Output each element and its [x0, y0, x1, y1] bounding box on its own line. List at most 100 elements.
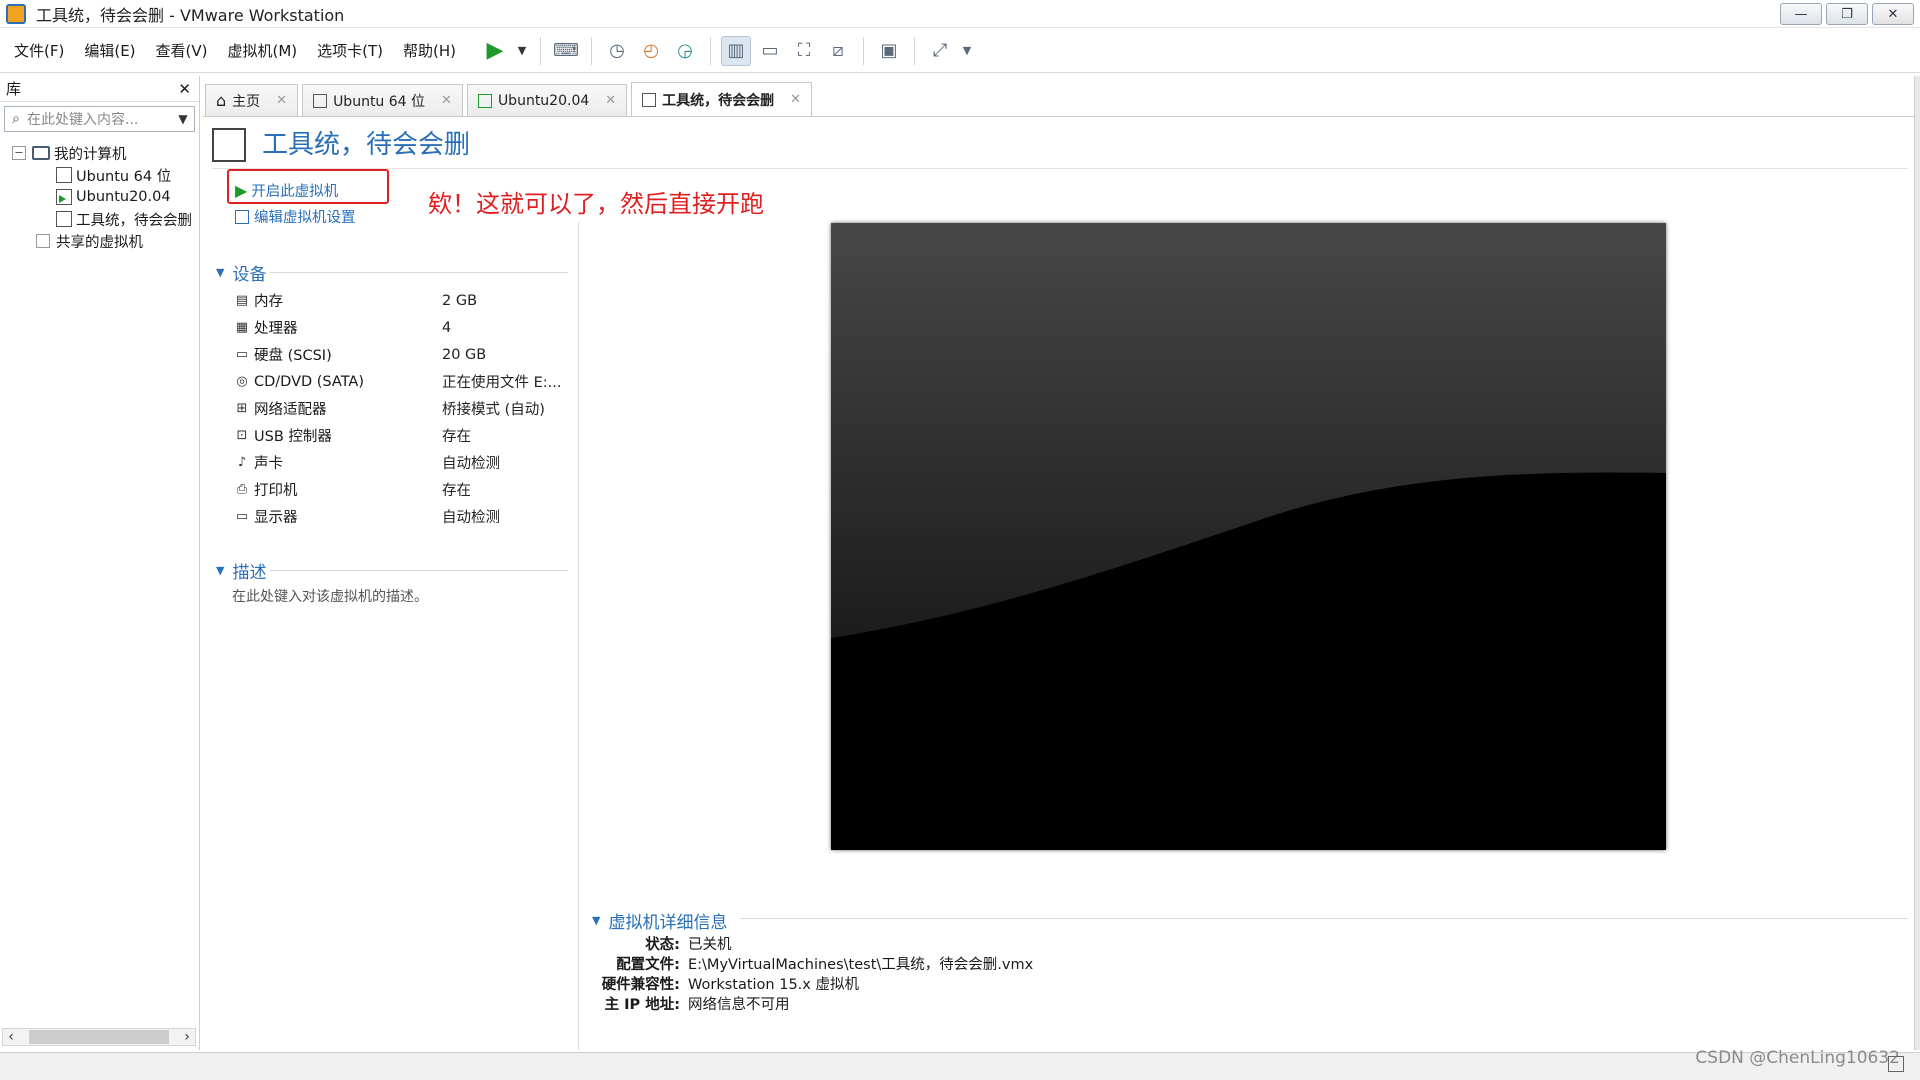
device-value: 自动检测 — [442, 510, 500, 526]
window-controls: — ❐ ✕ — [1780, 3, 1914, 25]
description-section-toggle[interactable]: ▼ 描述 — [216, 558, 266, 583]
stretch-dropdown-icon[interactable]: ▼ — [959, 36, 975, 66]
tree-label: Ubuntu 64 位 — [76, 168, 172, 185]
chevron-down-icon[interactable]: ▼ — [172, 112, 194, 126]
tree-label: 工具统，待会会删 — [76, 212, 192, 229]
tree-item-vm[interactable]: Ubuntu 64 位 — [0, 164, 199, 186]
panel-divider — [578, 222, 579, 1050]
device-row-sound[interactable]: ♪ 声卡 自动检测 — [232, 449, 572, 476]
tree-label: 我的计算机 — [54, 146, 127, 163]
menu-tabs[interactable]: 选项卡(T) — [307, 40, 393, 61]
menu-help[interactable]: 帮助(H) — [393, 40, 466, 61]
tree-item-my-computer[interactable]: − 我的计算机 — [0, 142, 199, 164]
detail-key: 状态: — [645, 936, 680, 953]
library-horizontal-scrollbar[interactable]: ‹ › — [2, 1028, 196, 1046]
unity-icon[interactable]: ⧄ — [823, 36, 853, 66]
library-search-input[interactable]: ⌕ 在此处键入内容... ▼ — [4, 106, 195, 132]
revert-snapshot-icon[interactable]: ◴ — [636, 36, 666, 66]
display-icon: ▭ — [235, 509, 249, 524]
detail-value: 已关机 — [688, 936, 732, 953]
detail-key: 硬件兼容性: — [601, 976, 680, 993]
play-icon[interactable]: ▶ — [480, 36, 510, 66]
vm-screen-preview[interactable] — [831, 223, 1666, 850]
vm-icon — [56, 208, 74, 227]
device-name: 处理器 — [254, 321, 298, 337]
menu-vm[interactable]: 虚拟机(M) — [218, 40, 308, 61]
toolbar-divider — [591, 36, 593, 65]
device-row-memory[interactable]: ▤ 内存 2 GB — [232, 287, 572, 314]
resize-grip-icon[interactable] — [1888, 1056, 1904, 1072]
device-value: 存在 — [442, 483, 471, 499]
home-icon: ⌂ — [216, 90, 227, 110]
menu-edit[interactable]: 编辑(E) — [74, 40, 145, 61]
tab-current-vm[interactable]: 工具统，待会会删 ✕ — [631, 82, 813, 116]
manage-snapshots-icon[interactable]: ◶ — [670, 36, 700, 66]
devices-section-toggle[interactable]: ▼ 设备 — [216, 260, 266, 285]
tab-close-icon[interactable]: ✕ — [276, 93, 287, 108]
minimize-button[interactable]: — — [1780, 3, 1822, 25]
device-value: 正在使用文件 E:... — [442, 375, 562, 391]
edit-vm-settings-label: 编辑虚拟机设置 — [254, 210, 356, 226]
tree-item-vm-selected[interactable]: 工具统，待会会删 — [0, 208, 199, 230]
console-icon[interactable]: ▣ — [874, 36, 904, 66]
device-row-printer[interactable]: ⎙ 打印机 存在 — [232, 476, 572, 503]
annotation-text: 欸！这就可以了，然后直接开跑 — [428, 190, 764, 218]
snapshot-icon[interactable]: ◷ — [602, 36, 632, 66]
tree-item-vm[interactable]: Ubuntu20.04 — [0, 186, 199, 208]
start-vm-link[interactable]: ▶ 开启此虚拟机 — [235, 180, 338, 201]
toolbar-divider — [540, 36, 542, 65]
close-button[interactable]: ✕ — [1872, 3, 1914, 25]
dropdown-icon[interactable]: ▼ — [514, 36, 530, 66]
tab-ubuntu2004[interactable]: Ubuntu20.04 ✕ — [466, 84, 628, 116]
library-view-icon[interactable]: ▥ — [721, 35, 752, 66]
toolbar: ▶ ▼ ⌨ ◷ ◴ ◶ ▥ ▭ ⛶ ⧄ ▣ ⤢ ▼ — [480, 35, 975, 66]
tab-home[interactable]: ⌂ 主页 ✕ — [205, 84, 299, 116]
disk-icon: ▭ — [235, 347, 249, 362]
detail-value: Workstation 15.x 虚拟机 — [688, 976, 859, 993]
vm-icon — [642, 92, 657, 107]
details-row: 配置文件: E:\MyVirtualMachines\test\工具统，待会会删… — [590, 953, 1033, 973]
detail-value: E:\MyVirtualMachines\test\工具统，待会会删.vmx — [688, 956, 1034, 973]
device-name: 显示器 — [254, 510, 298, 526]
tab-close-icon[interactable]: ✕ — [605, 93, 616, 108]
library-title: 库 — [6, 80, 22, 98]
scroll-right-icon[interactable]: › — [179, 1029, 195, 1045]
device-row-display[interactable]: ▭ 显示器 自动检测 — [232, 503, 572, 530]
menu-file[interactable]: 文件(F) — [4, 40, 74, 61]
fullscreen-icon[interactable]: ⛶ — [789, 36, 819, 66]
device-value: 20 GB — [442, 346, 487, 363]
device-row-network[interactable]: ⊞ 网络适配器 桥接模式 (自动) — [232, 395, 572, 422]
collapse-triangle-icon: ▼ — [216, 266, 225, 279]
restore-button[interactable]: ❐ — [1826, 3, 1868, 25]
section-divider — [270, 570, 568, 571]
thumbnail-view-icon[interactable]: ▭ — [755, 36, 785, 66]
collapse-icon[interactable]: − — [12, 146, 26, 160]
library-close-icon[interactable]: ✕ — [178, 80, 191, 98]
scrollbar-thumb[interactable] — [29, 1030, 169, 1044]
device-value: 4 — [442, 319, 452, 336]
collapse-triangle-icon: ▼ — [592, 914, 601, 927]
description-input[interactable]: 在此处键入对该虚拟机的描述。 — [232, 586, 428, 606]
device-row-disk[interactable]: ▭ 硬盘 (SCSI) 20 GB — [232, 341, 572, 368]
send-keys-icon[interactable]: ⌨ — [551, 36, 581, 66]
details-row: 主 IP 地址: 网络信息不可用 — [590, 993, 1033, 1013]
tree-item-shared-vms[interactable]: 共享的虚拟机 — [0, 230, 199, 252]
tab-label: 主页 — [232, 93, 261, 110]
tab-ubuntu-64[interactable]: Ubuntu 64 位 ✕ — [302, 84, 463, 116]
device-row-cd[interactable]: ◎ CD/DVD (SATA) 正在使用文件 E:... — [232, 368, 572, 395]
toolbar-divider — [914, 36, 916, 65]
tab-close-icon[interactable]: ✕ — [441, 93, 452, 108]
device-name: 网络适配器 — [254, 402, 327, 418]
menu-view[interactable]: 查看(V) — [146, 40, 218, 61]
stretch-icon[interactable]: ⤢ — [925, 36, 955, 66]
details-section-toggle[interactable]: ▼ 虚拟机详细信息 — [592, 908, 727, 933]
scroll-left-icon[interactable]: ‹ — [3, 1029, 19, 1045]
library-search-placeholder: 在此处键入内容... — [27, 112, 139, 128]
device-row-cpu[interactable]: ▦ 处理器 4 — [232, 314, 572, 341]
vm-large-icon — [212, 122, 250, 162]
devices-table: ▤ 内存 2 GB ▦ 处理器 4 ▭ 硬盘 (SCSI) 20 GB ◎ CD… — [232, 287, 572, 530]
tab-close-icon[interactable]: ✕ — [790, 92, 801, 107]
details-row: 硬件兼容性: Workstation 15.x 虚拟机 — [590, 973, 1033, 993]
device-row-usb[interactable]: ⊡ USB 控制器 存在 — [232, 422, 572, 449]
edit-vm-settings-link[interactable]: 编辑虚拟机设置 — [235, 206, 356, 227]
